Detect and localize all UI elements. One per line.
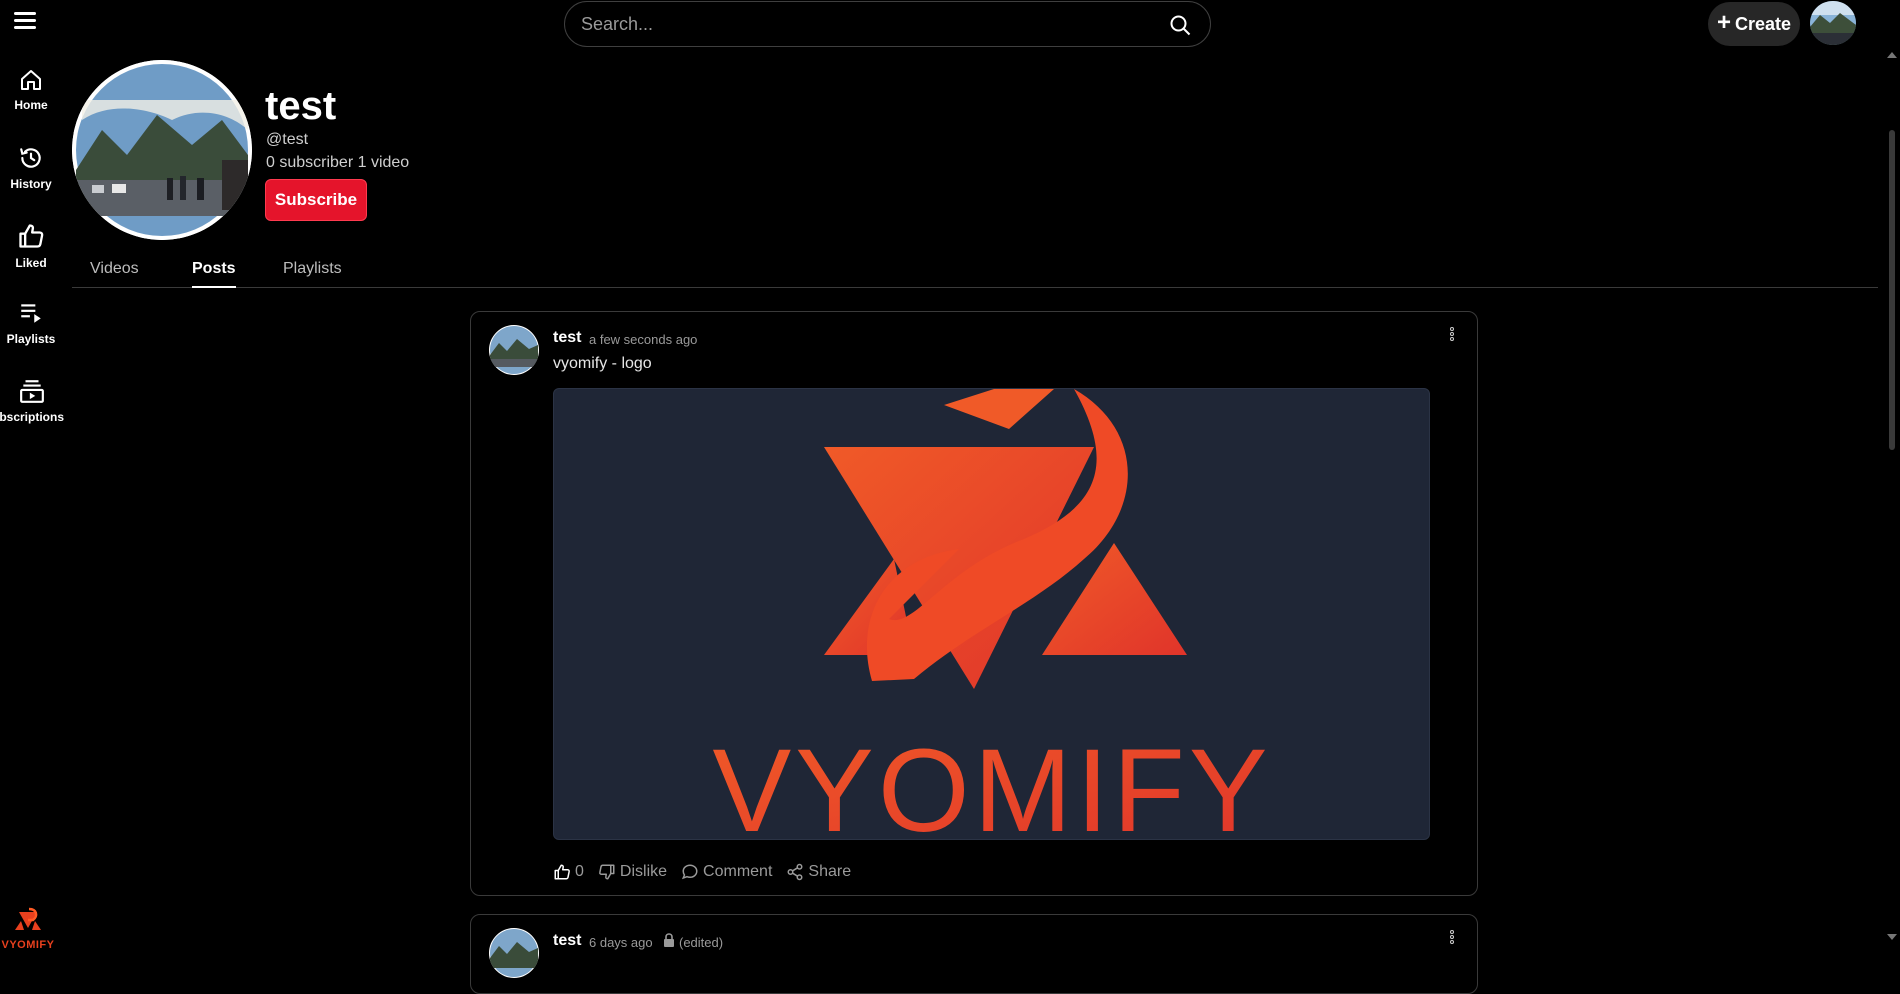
sidebar-item-home[interactable]: Home: [0, 68, 62, 112]
sidebar-item-playlists[interactable]: Playlists: [0, 300, 62, 346]
post-card: test 6 days ago (edited): [470, 914, 1478, 994]
lock-icon: [664, 933, 674, 947]
vyomify-logo[interactable]: VYOMIFY: [0, 906, 56, 951]
hamburger-menu-icon[interactable]: [14, 8, 40, 34]
post-text: vyomify - logo: [553, 355, 652, 372]
search-icon[interactable]: [1168, 13, 1192, 37]
scroll-down-icon[interactable]: [1887, 934, 1897, 940]
share-icon: [787, 863, 803, 881]
sidebar-item-label: Subscriptions: [0, 410, 64, 424]
thumbs-down-icon: [598, 864, 615, 880]
sidebar-item-label: Playlists: [6, 332, 56, 346]
share-button[interactable]: Share: [786, 863, 851, 881]
channel-name: test: [265, 84, 337, 128]
vyomify-logo-icon: [15, 907, 41, 930]
user-avatar[interactable]: [1810, 1, 1856, 45]
more-options-icon[interactable]: [1449, 326, 1455, 346]
post-actions: 0 Dislike Comment Share: [553, 860, 865, 884]
page-scrollbar[interactable]: [1886, 50, 1898, 950]
tab-posts[interactable]: Posts: [192, 260, 236, 288]
thumbs-up-icon: [19, 224, 44, 248]
post-image[interactable]: VYOMIFY: [553, 388, 1430, 840]
sidebar-item-label: History: [10, 177, 52, 191]
create-label: Create: [1734, 13, 1792, 34]
comment-icon: [681, 864, 698, 880]
home-icon: [21, 70, 41, 90]
post-time: a few seconds ago: [589, 332, 698, 347]
comment-button[interactable]: Comment: [681, 863, 772, 881]
comment-label: Comment: [703, 863, 773, 880]
create-button[interactable]: + Create: [1708, 2, 1800, 46]
search-bar: [564, 1, 1211, 47]
logo-text: VYOMIFY: [1, 939, 55, 951]
plus-icon: +: [1716, 9, 1731, 36]
sidebar-item-subscriptions[interactable]: Subscriptions: [0, 378, 64, 424]
scroll-up-icon[interactable]: [1887, 52, 1897, 58]
top-bar: + Create: [0, 0, 1900, 48]
sidebar-item-label: Liked: [15, 256, 47, 270]
vyomify-logo-image: VYOMIFY: [712, 389, 1271, 840]
post-time: 6 days ago: [589, 935, 653, 950]
edited-label: (edited): [679, 935, 724, 950]
dislike-label: Dislike: [619, 863, 668, 880]
channel-stats: 0 subscriber 1 video: [266, 154, 410, 171]
playlist-icon: [21, 304, 41, 323]
channel-tabs: Videos Posts Playlists: [72, 258, 1878, 288]
tab-playlists[interactable]: Playlists: [283, 260, 342, 286]
like-count: 0: [575, 863, 584, 880]
post-image-text: VYOMIFY: [712, 725, 1271, 840]
channel-avatar: [72, 60, 252, 240]
subscribe-button[interactable]: Subscribe: [265, 179, 367, 221]
history-icon: [20, 148, 41, 168]
post-author-avatar[interactable]: [489, 928, 539, 978]
subscriptions-icon: [20, 380, 44, 403]
post-card: test a few seconds ago vyomify - logo VY…: [470, 311, 1478, 896]
dislike-button[interactable]: Dislike: [598, 863, 667, 881]
sidebar-item-label: Home: [14, 98, 48, 112]
share-label: Share: [808, 863, 852, 880]
like-button[interactable]: 0: [553, 863, 584, 881]
thumbs-up-icon: [554, 864, 570, 880]
post-author-avatar[interactable]: [489, 325, 539, 375]
more-options-icon[interactable]: [1449, 929, 1455, 949]
post-author[interactable]: test: [553, 932, 581, 950]
scroll-thumb[interactable]: [1889, 130, 1895, 450]
sidebar-item-liked[interactable]: Liked: [0, 222, 62, 270]
tab-videos[interactable]: Videos: [90, 260, 139, 286]
sidebar-item-history[interactable]: History: [0, 145, 62, 191]
post-author[interactable]: test: [553, 329, 581, 347]
channel-handle: @test: [266, 131, 309, 148]
search-input[interactable]: [581, 2, 1141, 46]
